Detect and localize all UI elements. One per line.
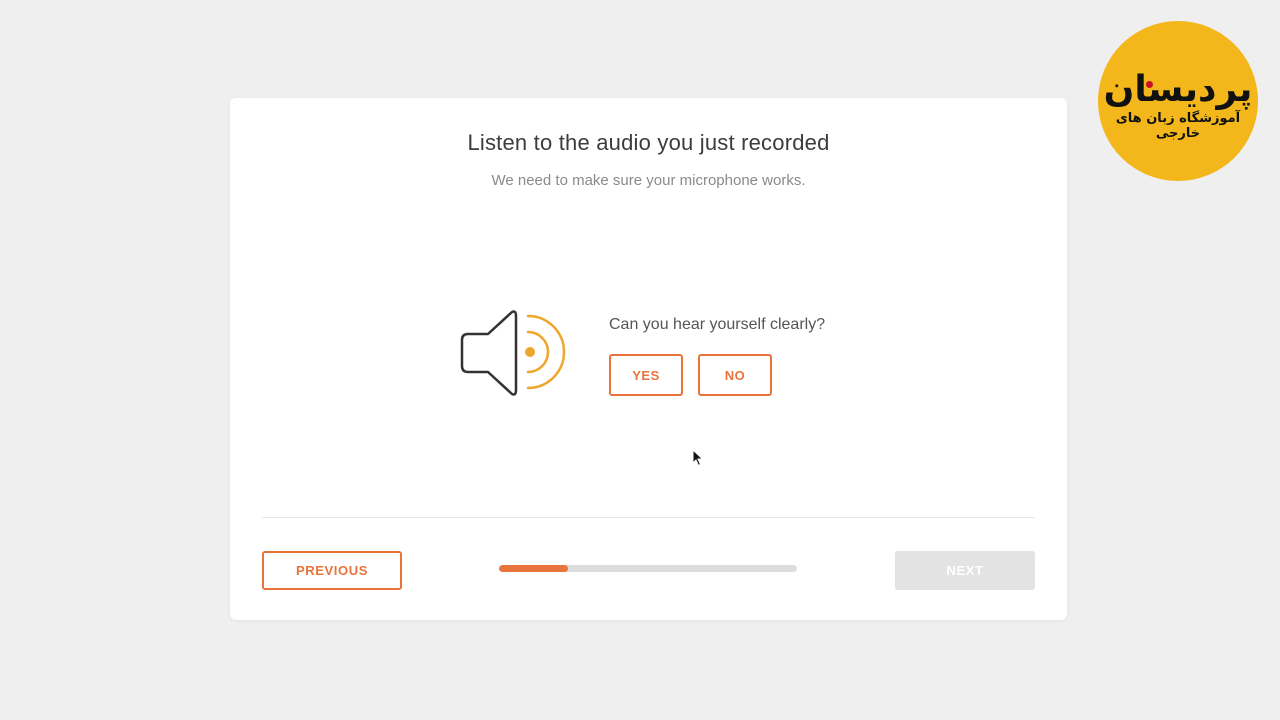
logo-name: پردیسان <box>1103 69 1253 110</box>
progress-bar <box>499 565 797 572</box>
yes-button[interactable]: YES <box>609 354 683 396</box>
speaker-icon[interactable] <box>458 308 570 398</box>
footer-divider <box>262 517 1035 518</box>
no-button[interactable]: NO <box>698 354 772 396</box>
logo-dot <box>1146 81 1153 88</box>
next-button[interactable]: NEXT <box>895 551 1035 590</box>
logo-tagline: آموزشگاه زبان های خارجی <box>1115 111 1241 141</box>
previous-button[interactable]: PREVIOUS <box>262 551 402 590</box>
hear-question: Can you hear yourself clearly? <box>609 316 826 333</box>
page-subtitle: We need to make sure your microphone wor… <box>491 172 806 189</box>
brand-logo: پردیسان آموزشگاه زبان های خارجی <box>1098 21 1258 181</box>
page-title: Listen to the audio you just recorded <box>467 130 830 155</box>
screen: Listen to the audio you just recorded We… <box>0 0 1280 720</box>
mouse-cursor-icon <box>692 449 704 467</box>
progress-fill <box>499 565 568 572</box>
microphone-check-card: Listen to the audio you just recorded We… <box>230 98 1067 620</box>
